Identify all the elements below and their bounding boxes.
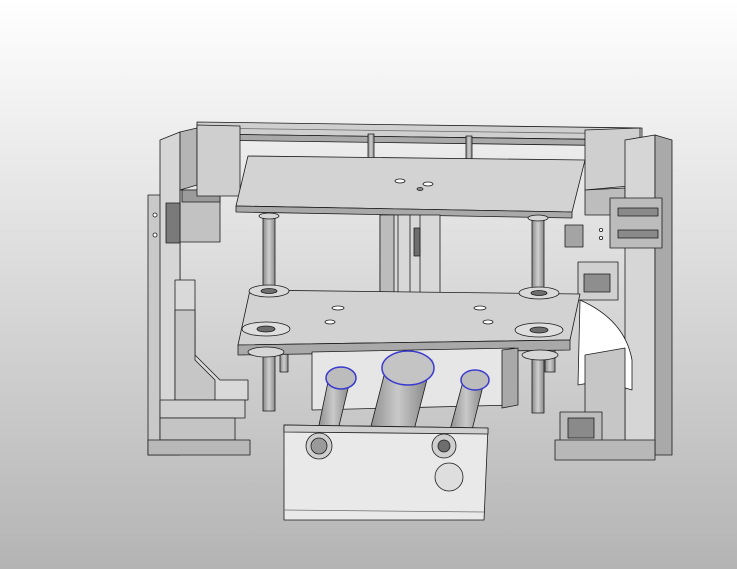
top-platen[interactable]: [235, 155, 586, 219]
cad-scene[interactable]: [0, 0, 737, 569]
fitting-left[interactable]: [305, 432, 333, 460]
cad-viewport[interactable]: [0, 0, 737, 569]
middle-plate[interactable]: [237, 284, 581, 361]
